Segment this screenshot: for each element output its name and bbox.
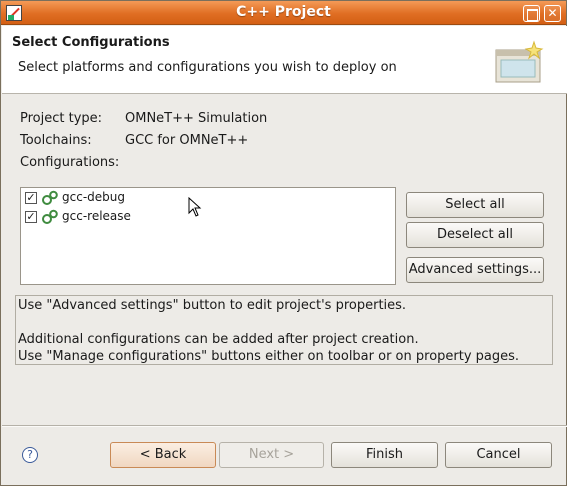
mouse-cursor-icon — [188, 197, 202, 217]
configurations-label-row: Configurations: — [20, 155, 119, 170]
configurations-list[interactable]: ✓ gcc-debug ✓ gcc-release — [20, 187, 396, 285]
close-button[interactable]: ✕ — [544, 5, 561, 22]
wizard-icon — [495, 40, 544, 83]
advanced-settings-button[interactable]: Advanced settings... — [406, 257, 544, 283]
checkbox[interactable]: ✓ — [25, 211, 37, 223]
select-all-button[interactable]: Select all — [406, 192, 544, 218]
toolchains-value: GCC for OMNeT++ — [125, 133, 249, 148]
cancel-button[interactable]: Cancel — [445, 442, 552, 468]
message-line: Use "Manage configurations" buttons eith… — [18, 349, 520, 364]
finish-button[interactable]: Finish — [331, 442, 438, 468]
gear-icon — [42, 209, 58, 224]
wizard-banner: Select Configurations Select platforms a… — [2, 26, 567, 94]
gear-icon — [42, 190, 58, 205]
configurations-label: Configurations: — [20, 155, 120, 170]
config-name: gcc-release — [62, 209, 131, 223]
toolchains-row: Toolchains: GCC for OMNeT++ — [20, 133, 248, 148]
next-button[interactable]: Next > — [219, 442, 324, 468]
project-type-row: Project type: OMNeT++ Simulation — [20, 111, 267, 126]
checkbox[interactable]: ✓ — [25, 192, 37, 204]
window-title: C++ Project — [236, 4, 331, 20]
footer-divider — [2, 425, 567, 427]
deselect-all-button[interactable]: Deselect all — [406, 222, 544, 248]
maximize-button[interactable] — [523, 5, 540, 22]
page-heading: Select Configurations — [12, 35, 170, 50]
config-name: gcc-debug — [62, 190, 125, 204]
toolchains-label: Toolchains: — [20, 133, 92, 148]
project-type-value: OMNeT++ Simulation — [125, 111, 268, 126]
message-line: Use "Advanced settings" button to edit p… — [18, 298, 407, 313]
back-button[interactable]: < Back — [110, 442, 216, 468]
help-icon[interactable]: ? — [22, 447, 38, 463]
page-description: Select platforms and configurations you … — [18, 60, 397, 75]
project-type-label: Project type: — [20, 111, 103, 126]
message-line: Additional configurations can be added a… — [18, 332, 419, 347]
dialog-window: C++ Project ✕ Select Configurations Sele… — [0, 0, 567, 486]
info-message-box: Use "Advanced settings" button to edit p… — [15, 295, 553, 365]
title-bar[interactable]: C++ Project ✕ — [1, 1, 566, 25]
